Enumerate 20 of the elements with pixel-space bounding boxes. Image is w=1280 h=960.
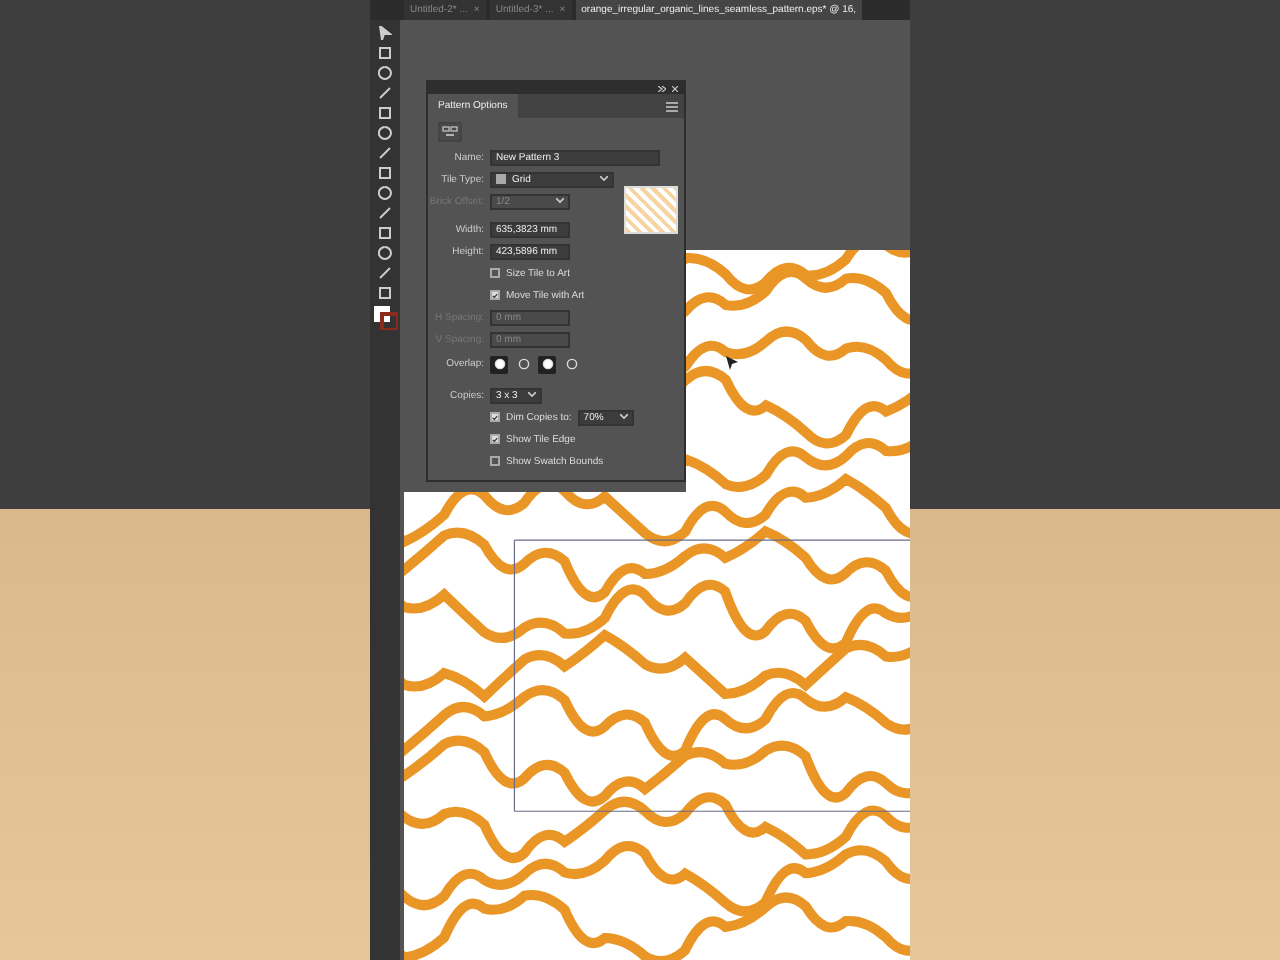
caret-icon — [528, 392, 536, 398]
overlap-button[interactable] — [490, 355, 508, 373]
grid-icon — [496, 174, 506, 184]
checkbox[interactable] — [490, 268, 500, 278]
checkbox[interactable] — [490, 290, 500, 300]
fill-stroke-icon[interactable] — [373, 306, 397, 330]
overlap-button[interactable] — [538, 355, 556, 373]
close-icon[interactable] — [672, 85, 678, 91]
menu-icon[interactable] — [666, 101, 678, 111]
collapse-icon[interactable] — [658, 85, 666, 91]
caret-icon — [619, 414, 628, 420]
caret-icon — [556, 198, 564, 204]
swatch-preview — [624, 186, 678, 234]
caret-icon — [600, 176, 608, 182]
checkbox[interactable] — [490, 434, 500, 444]
edit-tile-button[interactable] — [438, 122, 462, 142]
checkbox[interactable] — [490, 412, 500, 422]
checkbox[interactable] — [490, 456, 500, 466]
line-icon[interactable] — [378, 86, 392, 100]
selection-arrow-icon[interactable] — [378, 26, 392, 40]
